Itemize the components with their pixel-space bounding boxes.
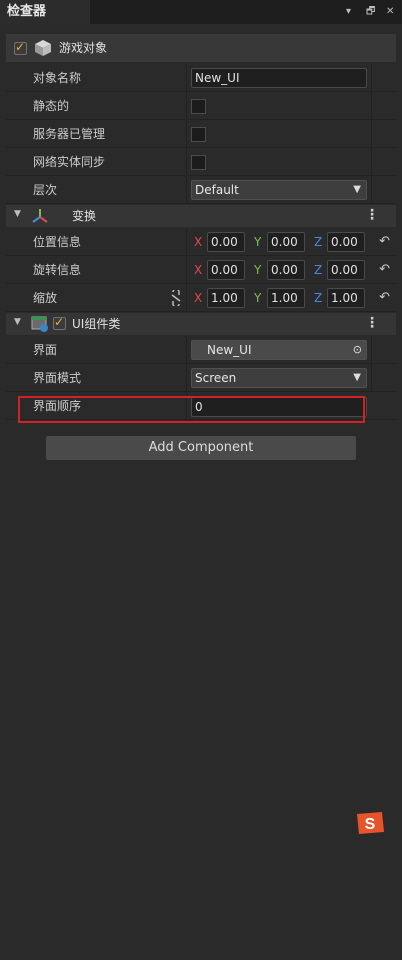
- object-name-row: 对象名称 New_UI: [6, 64, 396, 92]
- target-picker-icon[interactable]: ⊙: [353, 341, 362, 359]
- ui-mode-select[interactable]: Screen ▼: [191, 368, 367, 388]
- ime-badge-text: S: [365, 816, 376, 833]
- transform-title: 变换: [72, 209, 97, 223]
- ui-mode-label: 界面模式: [33, 371, 82, 385]
- rotation-row: 旋转信息 X 0.00 Y 0.00 Z 0.00 ↶: [6, 256, 396, 284]
- chevron-down-icon: ▼: [353, 372, 361, 383]
- position-label: 位置信息: [33, 235, 82, 249]
- server-managed-checkbox[interactable]: [191, 127, 206, 142]
- gameobject-enabled-checkbox[interactable]: [14, 40, 27, 55]
- scale-y-input[interactable]: 1.00: [267, 288, 305, 308]
- net-sync-label: 网络实体同步: [33, 155, 106, 169]
- static-checkbox[interactable]: [191, 99, 206, 114]
- ui-mode-value: Screen: [195, 371, 237, 385]
- static-row: 静态的: [6, 92, 396, 120]
- ui-component-section-header[interactable]: ▼ UI组件类 ⋮: [6, 313, 396, 335]
- inspector-tab[interactable]: 检查器: [0, 0, 90, 24]
- panel-menu-icon[interactable]: ▾: [346, 0, 351, 24]
- layer-value: Default: [195, 183, 239, 197]
- x-axis-label: X: [194, 291, 203, 305]
- reset-icon[interactable]: ↶: [379, 234, 390, 249]
- x-axis-label: X: [194, 235, 203, 249]
- cube-icon: [35, 40, 51, 56]
- collapse-triangle-icon[interactable]: ▼: [14, 317, 21, 327]
- ui-component-title: UI组件类: [72, 317, 121, 331]
- reset-icon[interactable]: ↶: [379, 290, 390, 305]
- server-managed-row: 服务器已管理: [6, 120, 396, 148]
- rotation-y-input[interactable]: 0.00: [267, 260, 305, 280]
- y-axis-label: Y: [254, 291, 262, 305]
- static-label: 静态的: [33, 99, 70, 113]
- position-z-input[interactable]: 0.00: [327, 232, 365, 252]
- object-name-label: 对象名称: [33, 71, 82, 85]
- ui-object-field[interactable]: New_UI ⊙: [191, 340, 367, 360]
- z-axis-label: Z: [314, 291, 323, 305]
- layer-label: 层次: [33, 183, 58, 197]
- more-options-icon[interactable]: ⋮: [365, 315, 379, 331]
- ui-component-enabled-checkbox[interactable]: [53, 315, 66, 330]
- y-axis-label: Y: [254, 235, 262, 249]
- z-axis-label: Z: [314, 263, 323, 277]
- layer-select[interactable]: Default ▼: [191, 180, 367, 200]
- transform-section-header[interactable]: ▼ 变换 ⋮: [6, 205, 396, 227]
- ui-row: 界面 New_UI ⊙: [6, 336, 396, 364]
- collapse-triangle-icon[interactable]: ▼: [14, 209, 21, 219]
- position-row: 位置信息 X 0.00 Y 0.00 Z 0.00 ↶: [6, 228, 396, 256]
- sogou-ime-icon[interactable]: S: [354, 810, 386, 836]
- ui-component-icon: [31, 316, 48, 332]
- rotation-x-input[interactable]: 0.00: [207, 260, 245, 280]
- rotation-label: 旋转信息: [33, 263, 82, 277]
- scale-z-input[interactable]: 1.00: [327, 288, 365, 308]
- position-x-input[interactable]: 0.00: [207, 232, 245, 252]
- close-icon[interactable]: ✕: [386, 0, 394, 24]
- gameobject-title: 游戏对象: [59, 41, 108, 55]
- y-axis-label: Y: [254, 263, 262, 277]
- ui-mode-row: 界面模式 Screen ▼: [6, 364, 396, 392]
- net-sync-checkbox[interactable]: [191, 155, 206, 170]
- more-options-icon[interactable]: ⋮: [365, 207, 379, 223]
- ui-label: 界面: [33, 343, 58, 357]
- transform-axes-icon: [32, 209, 48, 223]
- scale-row: 缩放 X 1.00 Y 1.00 Z 1.00 ↶: [6, 284, 396, 312]
- rotation-z-input[interactable]: 0.00: [327, 260, 365, 280]
- net-sync-row: 网络实体同步: [6, 148, 396, 176]
- reset-icon[interactable]: ↶: [379, 262, 390, 277]
- position-y-input[interactable]: 0.00: [267, 232, 305, 252]
- layer-row: 层次 Default ▼: [6, 176, 396, 204]
- panel-tab-bar: 检查器 ▾ 🗗 ✕: [0, 0, 402, 24]
- z-axis-label: Z: [314, 235, 323, 249]
- server-managed-label: 服务器已管理: [33, 127, 106, 141]
- chevron-down-icon: ▼: [353, 184, 361, 195]
- highlight-box: [18, 396, 365, 423]
- object-name-input[interactable]: New_UI: [191, 68, 367, 88]
- x-axis-label: X: [194, 263, 203, 277]
- ui-object-value: New_UI: [207, 343, 252, 357]
- gameobject-header: 游戏对象: [6, 34, 396, 62]
- add-component-button[interactable]: Add Component: [46, 436, 356, 460]
- popout-icon[interactable]: 🗗: [366, 0, 375, 24]
- scale-x-input[interactable]: 1.00: [207, 288, 245, 308]
- link-icon[interactable]: [169, 290, 183, 306]
- scale-label: 缩放: [33, 291, 58, 305]
